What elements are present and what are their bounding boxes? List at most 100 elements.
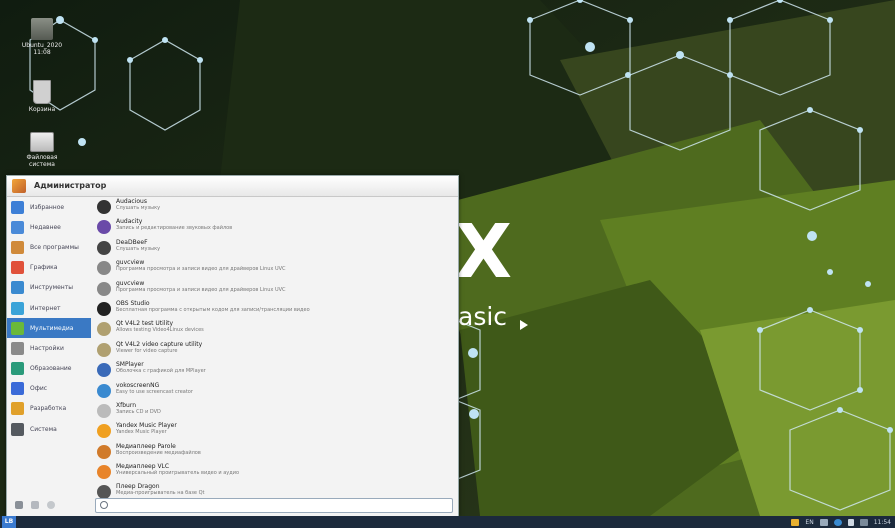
menu-footer: [7, 496, 458, 516]
trash-icon: [33, 80, 51, 104]
category-item[interactable]: Интернет: [7, 298, 91, 318]
search-input[interactable]: [110, 500, 440, 510]
category-label: Настройки: [30, 344, 64, 352]
application-name: guvcview: [116, 279, 145, 287]
desktop-icon-filesystem[interactable]: Файловая система: [12, 132, 72, 168]
application-item[interactable]: guvcview Программа просмотра и записи вид…: [93, 280, 455, 300]
application-item[interactable]: DeaDBeeF Слушать музыку: [93, 239, 455, 259]
category-item[interactable]: Офис: [7, 379, 91, 399]
category-icon: [11, 321, 24, 335]
application-item[interactable]: OBS Studio Бесплатная программа с открыты…: [93, 300, 455, 320]
category-label: Недавнее: [30, 223, 61, 231]
application-name: Xfburn: [116, 401, 136, 409]
search-box[interactable]: [95, 498, 453, 513]
application-icon: [97, 465, 111, 480]
application-icon: [97, 240, 111, 255]
category-icon: [11, 220, 24, 234]
power-icon[interactable]: [47, 501, 55, 509]
category-icon: [11, 240, 24, 254]
application-item[interactable]: Audacious Слушать музыку: [93, 198, 455, 218]
application-item[interactable]: Qt V4L2 video capture utility Viewer for …: [93, 341, 455, 361]
application-description: Слушать музыку: [116, 205, 161, 211]
application-description: Бесплатная программа с открытым кодом дл…: [116, 306, 310, 313]
application-description: Универсальный проигрыватель видео и ауди…: [116, 470, 240, 477]
user-avatar-icon: [12, 179, 26, 193]
category-label: Избранное: [30, 203, 65, 211]
category-item[interactable]: Инструменты: [7, 278, 91, 298]
application-item[interactable]: Медиаплеер VLC Универсальный проигрывател…: [93, 463, 455, 483]
application-description: Yandex Music Player: [116, 429, 167, 436]
application-icon: [97, 363, 111, 378]
folder-icon[interactable]: [791, 518, 800, 526]
application-description: Allows testing Video4Linux devices: [116, 327, 204, 334]
category-item[interactable]: Недавнее: [7, 217, 91, 237]
category-label: Инструменты: [30, 284, 73, 292]
application-icon: [97, 301, 111, 316]
category-item[interactable]: Система: [7, 419, 91, 439]
application-item[interactable]: SMPlayer Оболочка с графикой для MPlayer: [93, 361, 455, 381]
application-icon: [97, 261, 111, 276]
keyboard-layout-indicator[interactable]: EN: [805, 519, 813, 526]
application-name: OBS Studio: [116, 299, 150, 307]
all-settings-icon[interactable]: [15, 501, 23, 509]
application-name: Yandex Music Player: [116, 422, 177, 430]
category-icon: [11, 200, 24, 214]
category-label: Все программы: [30, 243, 79, 251]
application-list: Audacious Слушать музыку Audacity Запись и …: [93, 198, 455, 500]
application-description: Воспроизведение медиафайлов: [116, 449, 201, 456]
wallpaper-logo-letter: X: [455, 209, 513, 295]
desktop-icon-trash[interactable]: Корзина: [12, 80, 72, 113]
category-item[interactable]: Избранное: [7, 197, 91, 217]
category-label: Образование: [30, 365, 72, 373]
category-item[interactable]: Все программы: [7, 237, 91, 257]
application-item[interactable]: Audacity Запись и редактирование звуковых…: [93, 218, 455, 238]
volume-icon[interactable]: [847, 518, 854, 526]
category-icon: [11, 341, 24, 355]
application-icon: [97, 403, 111, 418]
application-description: Viewer for video capture: [116, 347, 178, 354]
application-menu: Администратор Избранное Недавнее Все прогр…: [6, 175, 459, 517]
application-description: Программа просмотра и записи видео для д…: [116, 266, 286, 273]
application-description: Запись CD и DVD: [116, 408, 161, 415]
start-menu-button[interactable]: LB: [2, 516, 16, 528]
application-icon: [97, 444, 111, 459]
category-item[interactable]: Образование: [7, 359, 91, 379]
application-name: Audacious: [116, 198, 147, 205]
application-icon: [97, 424, 111, 439]
application-item[interactable]: Xfburn Запись CD и DVD: [93, 402, 455, 422]
category-icon: [11, 301, 24, 315]
application-item[interactable]: Медиаплеер Parole Воспроизведение медиафа…: [93, 443, 455, 463]
category-label: Система: [30, 425, 57, 433]
application-name: Плеер Dragon: [116, 483, 160, 491]
application-icon: [97, 322, 111, 337]
application-item[interactable]: Yandex Music Player Yandex Music Player: [93, 422, 455, 442]
network-icon[interactable]: [819, 518, 828, 526]
application-item[interactable]: Qt V4L2 test Utility Allows testing Video…: [93, 320, 455, 340]
desktop-icon-label: Файловая система: [26, 154, 58, 168]
application-item[interactable]: vokoscreenNG Easy to use screencast creat…: [93, 382, 455, 402]
application-name: DeaDBeeF: [116, 238, 148, 246]
category-icon: [11, 362, 24, 376]
category-list: Избранное Недавнее Все программы Графика Инс…: [7, 197, 91, 487]
category-label: Интернет: [30, 304, 61, 312]
clock[interactable]: 11:54: [874, 519, 891, 526]
application-description: Easy to use screencast creator: [116, 388, 193, 395]
lock-icon[interactable]: [31, 501, 39, 509]
category-item[interactable]: Настройки: [7, 338, 91, 358]
update-icon[interactable]: [833, 518, 842, 526]
category-item[interactable]: Графика: [7, 258, 91, 278]
category-item[interactable]: Разработка: [7, 399, 91, 419]
wallpaper-logo-text: asic: [458, 302, 508, 331]
desktop-icon-file[interactable]: Ubuntu_2020 11:08: [12, 18, 72, 56]
application-name: Медиаплеер Parole: [116, 442, 176, 450]
application-item[interactable]: guvcview Программа просмотра и записи вид…: [93, 259, 455, 279]
category-icon: [11, 382, 24, 396]
category-label: Разработка: [30, 405, 67, 413]
category-item[interactable]: Мультимедиа: [7, 318, 91, 339]
application-description: Оболочка с графикой для MPlayer: [116, 368, 206, 375]
application-name: Qt V4L2 test Utility: [116, 320, 174, 328]
drive-icon: [30, 132, 54, 152]
file-icon: [31, 18, 53, 40]
mouse-cursor-icon: [520, 320, 528, 330]
battery-icon[interactable]: [859, 518, 868, 526]
